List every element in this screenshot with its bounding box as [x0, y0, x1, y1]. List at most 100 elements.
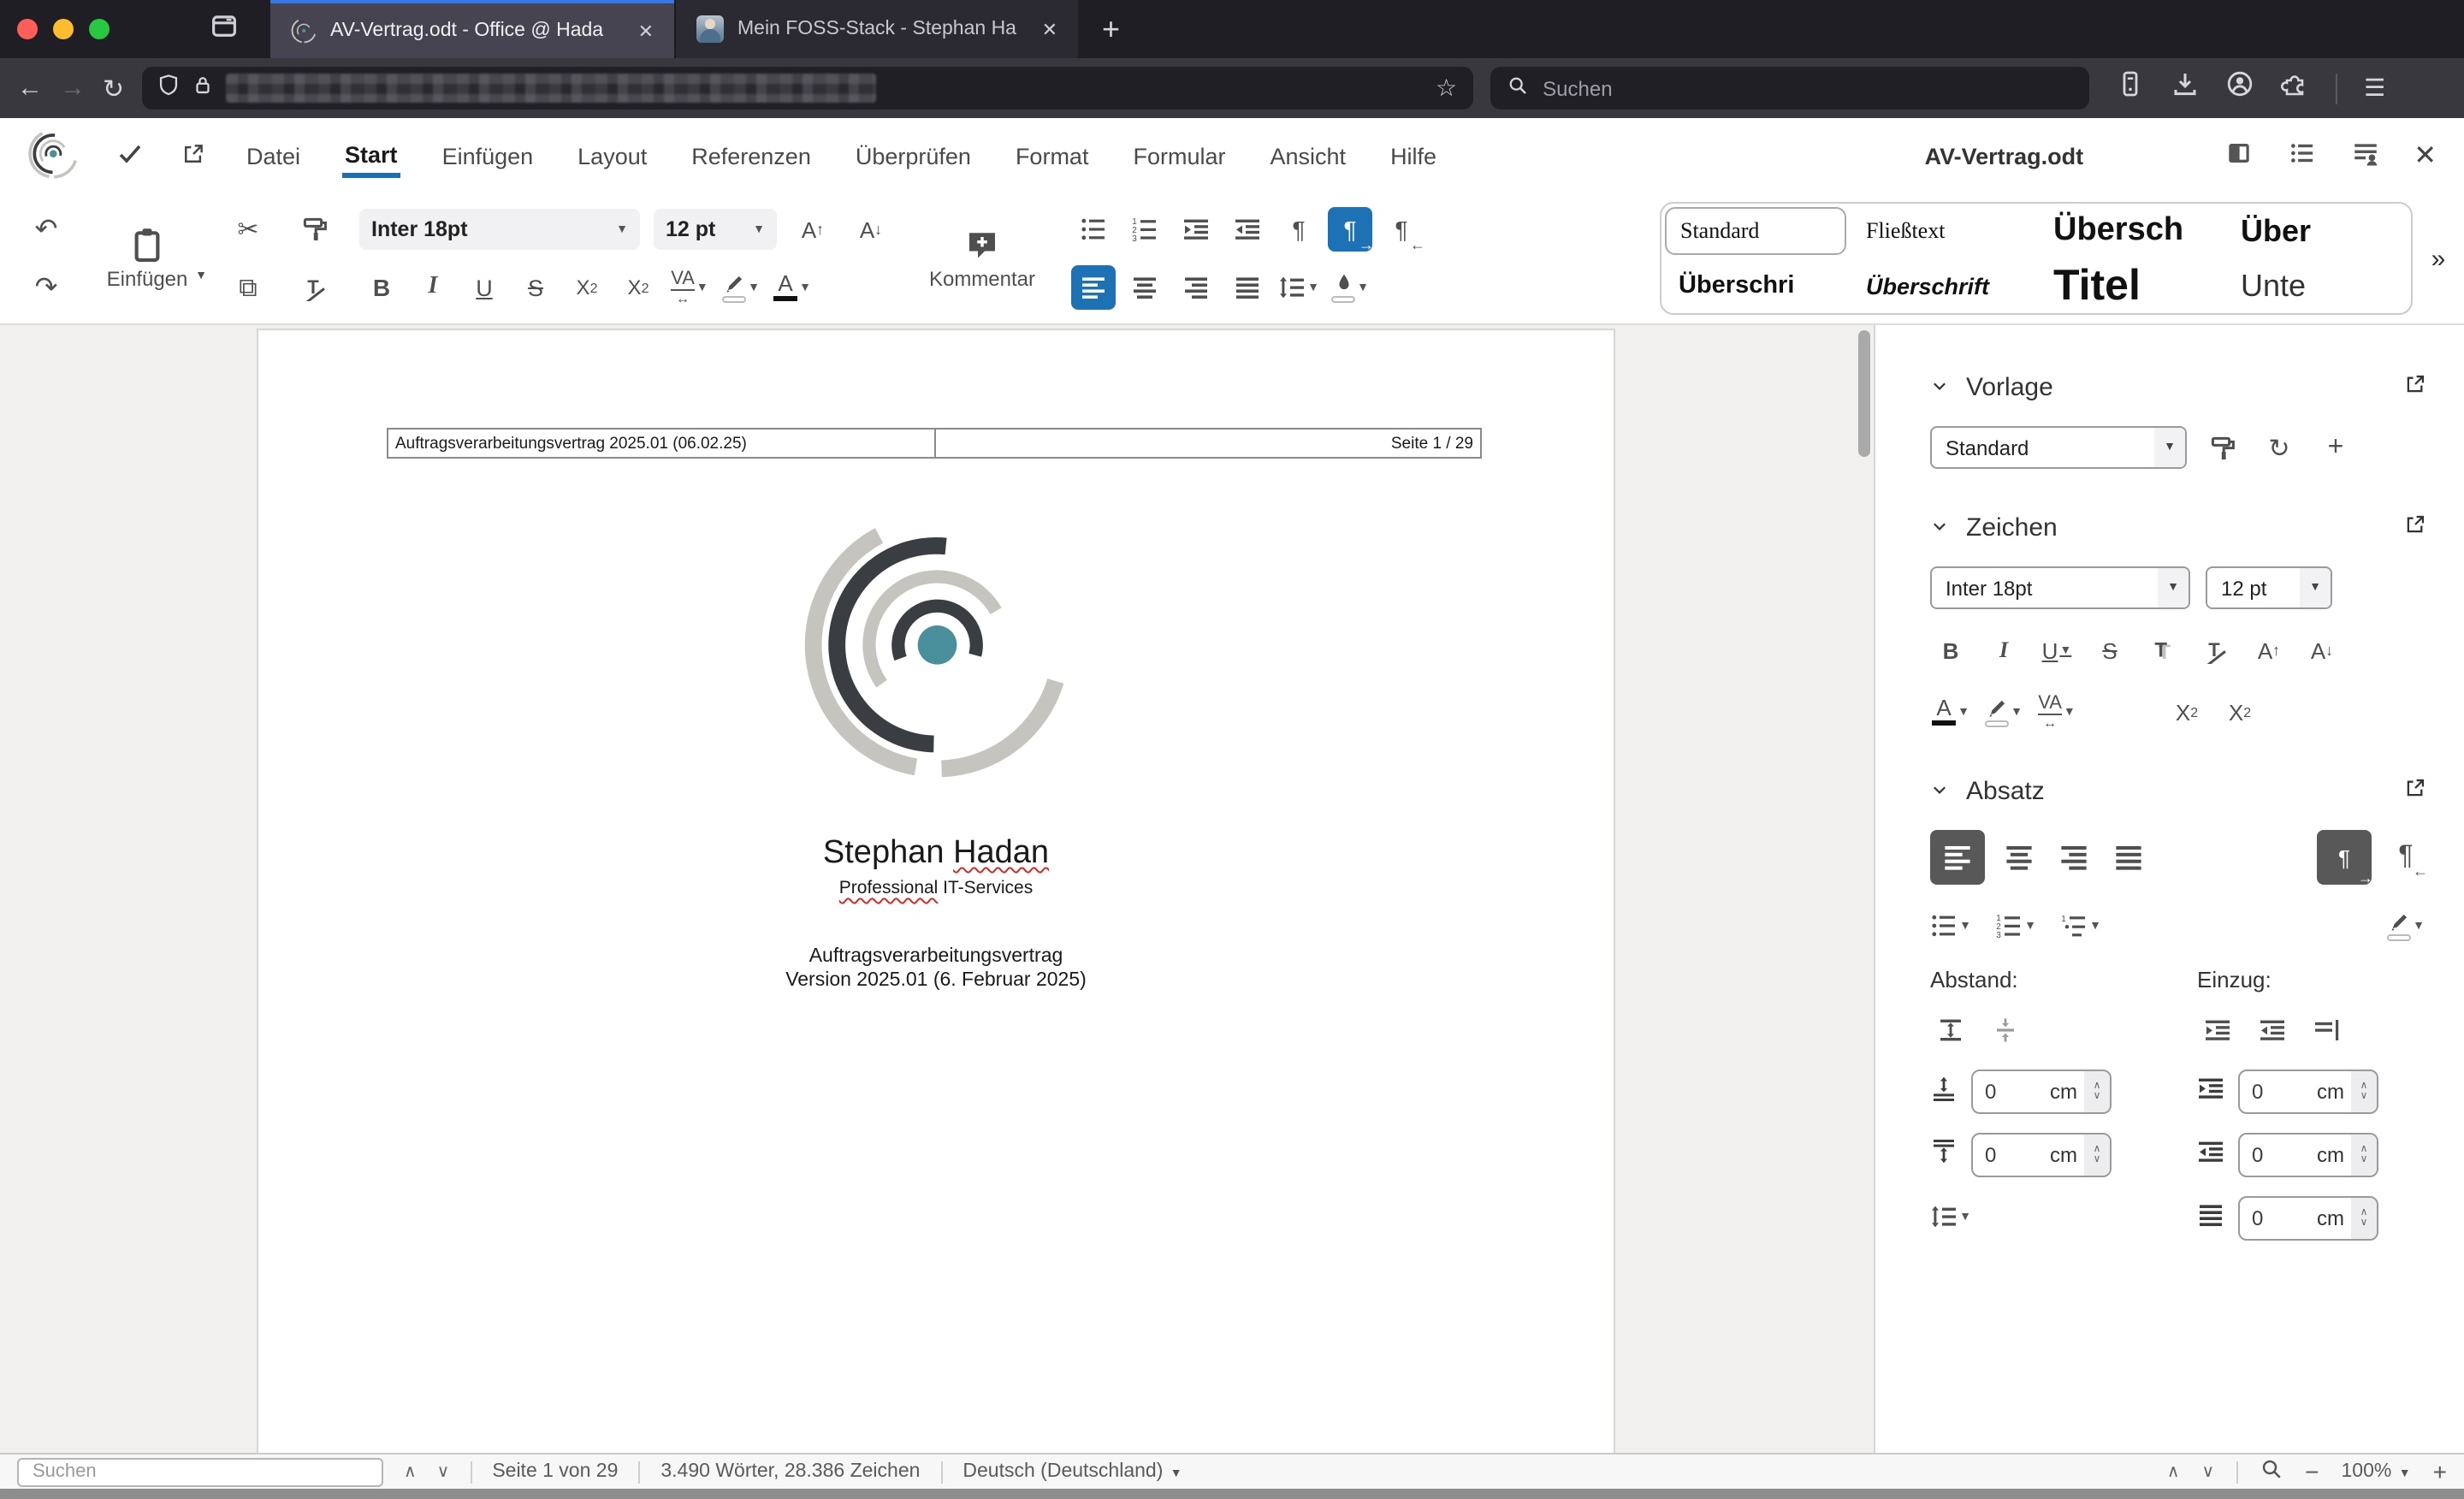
- firefox-view-icon[interactable]: [209, 9, 240, 49]
- style-ueberschrift-3[interactable]: Überschri: [1661, 258, 1849, 313]
- grow-font-button[interactable]: A ↑: [791, 207, 835, 252]
- sidebar-outline-list-button[interactable]: ▼: [2060, 905, 2101, 946]
- open-dialog-icon[interactable]: [2404, 513, 2426, 542]
- chevron-down-icon[interactable]: [1930, 373, 1949, 402]
- chevron-down-icon[interactable]: [1930, 513, 1949, 542]
- zoom-window-button[interactable]: [89, 19, 110, 39]
- cut-button[interactable]: ✂: [226, 207, 270, 252]
- sidebar-italic-button[interactable]: I: [1983, 630, 2024, 671]
- paragraph-ltr-button[interactable]: ¶ →: [1328, 207, 1374, 253]
- zoom-out-button[interactable]: −: [2305, 1458, 2319, 1485]
- close-document-icon[interactable]: ✕: [2414, 139, 2437, 173]
- sidebar-paragraph-background-button[interactable]: ▼: [2385, 905, 2426, 946]
- tab-close-icon[interactable]: ✕: [1039, 18, 1061, 40]
- spinner-arrows[interactable]: ∧ ∨: [2351, 1135, 2377, 1176]
- open-dialog-icon[interactable]: [2404, 373, 2426, 402]
- minimize-window-button[interactable]: [53, 19, 74, 39]
- menu-formular[interactable]: Formular: [1129, 136, 1229, 175]
- page-count-status[interactable]: Seite 1 von 29: [492, 1461, 618, 1482]
- update-style-button[interactable]: ↻: [2259, 427, 2300, 468]
- style-standard[interactable]: Standard: [1665, 207, 1845, 255]
- shrink-font-button[interactable]: A ↓: [849, 207, 893, 252]
- sidebar-highlight-color-button[interactable]: ▼: [1983, 691, 2024, 732]
- forward-button[interactable]: →: [60, 74, 86, 103]
- reload-button[interactable]: ↻: [103, 73, 124, 104]
- sidebar-shadow-button[interactable]: [2142, 630, 2183, 671]
- paragraph-rtl-button[interactable]: ¶ ←: [1379, 207, 1425, 253]
- spinner-arrows[interactable]: ∧ ∨: [2084, 1071, 2110, 1112]
- style-untertitel[interactable]: Unte: [2224, 258, 2411, 313]
- extensions-puzzle-icon[interactable]: [2280, 70, 2307, 106]
- document-search-input[interactable]: [29, 1460, 371, 1484]
- header-page-number-cell[interactable]: Seite 1 / 29: [935, 430, 1480, 457]
- language-status[interactable]: Deutsch (Deutschland) ▼: [962, 1461, 1182, 1482]
- superscript-button[interactable]: X2: [616, 265, 660, 310]
- sidebar-align-center-button[interactable]: [1999, 837, 2040, 878]
- bookmark-star-icon[interactable]: ☆: [1436, 74, 1457, 103]
- chevron-down-icon[interactable]: [1930, 777, 1949, 806]
- more-styles-button[interactable]: »: [2413, 244, 2464, 273]
- hamburger-menu-icon[interactable]: ☰: [2364, 74, 2385, 103]
- downloads-icon[interactable]: [2171, 70, 2198, 106]
- undo-button[interactable]: ↶: [24, 207, 68, 252]
- line-spacing-button[interactable]: ▼: [1276, 265, 1321, 310]
- comment-button[interactable]: Kommentar: [915, 227, 1049, 290]
- menu-datei[interactable]: Datei: [243, 136, 304, 175]
- close-window-button[interactable]: [17, 19, 38, 39]
- document-page[interactable]: Auftragsverarbeitungsvertrag 2025.01 (06…: [258, 330, 1614, 1453]
- sidebar-clear-formatting-button[interactable]: [2195, 630, 2236, 671]
- zoom-level[interactable]: 100% ▼: [2342, 1461, 2411, 1482]
- style-fliesstext[interactable]: Fließtext: [1849, 204, 2036, 258]
- tab-close-icon[interactable]: ✕: [635, 20, 657, 42]
- underline-button[interactable]: U: [462, 265, 506, 310]
- paste-dropdown-caret[interactable]: ▼: [195, 270, 207, 282]
- company-logo[interactable]: [799, 518, 1073, 792]
- document-title-line2[interactable]: Version 2025.01 (6. Februar 2025): [258, 970, 1614, 991]
- menu-hilfe[interactable]: Hilfe: [1387, 136, 1440, 175]
- menu-referenzen[interactable]: Referenzen: [688, 136, 814, 175]
- page-header-table[interactable]: Auftragsverarbeitungsvertrag 2025.01 (06…: [387, 428, 1482, 459]
- paragraph-style-select[interactable]: Standard ▼: [1930, 426, 2187, 469]
- paragraph-background-button[interactable]: ▼: [1328, 265, 1372, 310]
- sidebar-character-spacing-button[interactable]: VA ↔ ▼: [2036, 691, 2077, 732]
- space-below-spinner[interactable]: 0 cm ∧ ∨: [1971, 1133, 2112, 1177]
- browser-search-input[interactable]: [1539, 74, 2072, 102]
- account-icon[interactable]: [2225, 70, 2253, 106]
- justify-button[interactable]: [1225, 265, 1270, 310]
- clone-formatting-button[interactable]: [2202, 427, 2243, 468]
- sidebar-line-spacing-button[interactable]: ▼: [1930, 1196, 1971, 1237]
- sidebar-increase-indent-button[interactable]: [2197, 1010, 2238, 1051]
- table-of-contents-icon[interactable]: [2287, 139, 2316, 173]
- document-author-line[interactable]: Stephan Hadan: [258, 835, 1614, 873]
- sidebar-superscript-button[interactable]: X2: [2166, 691, 2207, 732]
- menu-ueberpruefen[interactable]: Überprüfen: [852, 136, 974, 175]
- paste-button[interactable]: Einfügen ▼: [91, 226, 207, 291]
- document-subtitle-line[interactable]: Professional IT-Services: [258, 878, 1614, 898]
- align-left-button[interactable]: [1071, 265, 1116, 310]
- style-titel[interactable]: Titel: [2036, 258, 2224, 313]
- vertical-scrollbar[interactable]: [1858, 330, 1870, 457]
- menu-einfuegen[interactable]: Einfügen: [439, 136, 537, 175]
- next-page-icon[interactable]: ∨: [2201, 1462, 2214, 1481]
- space-above-spinner[interactable]: 0 cm ∧ ∨: [1971, 1069, 2112, 1114]
- numbered-list-button[interactable]: [1122, 207, 1167, 252]
- sidebar-underline-button[interactable]: U ▼: [2036, 630, 2077, 671]
- sidebar-toggle-icon[interactable]: [2224, 139, 2253, 173]
- first-line-indent-spinner[interactable]: 0 cm ∧ ∨: [2238, 1196, 2378, 1241]
- tab-av-vertrag[interactable]: AV-Vertrag.odt - Office @ Hada ✕: [270, 0, 674, 58]
- format-painter-button[interactable]: [293, 207, 337, 252]
- document-search-box[interactable]: [17, 1457, 383, 1486]
- zoom-reset-icon[interactable]: [2260, 1458, 2283, 1485]
- copy-button[interactable]: ⧉: [226, 265, 270, 310]
- password-manager-icon[interactable]: [2116, 70, 2143, 106]
- sidebar-bullet-list-button[interactable]: ▼: [1930, 905, 1971, 946]
- sidebar-ltr-button[interactable]: ¶ →: [2317, 830, 2373, 886]
- style-ueberschrift-4[interactable]: Überschrift: [1849, 258, 2036, 313]
- spinner-arrows[interactable]: ∧ ∨: [2351, 1071, 2377, 1112]
- sidebar-rtl-button[interactable]: ¶ ←: [2385, 837, 2428, 880]
- highlight-color-button[interactable]: ▼: [719, 265, 763, 310]
- new-tab-button[interactable]: +: [1078, 11, 1144, 47]
- sidebar-font-name-select[interactable]: Inter 18pt ▼: [1930, 566, 2190, 609]
- sidebar-align-right-button[interactable]: [2053, 837, 2094, 878]
- back-button[interactable]: ←: [17, 74, 43, 103]
